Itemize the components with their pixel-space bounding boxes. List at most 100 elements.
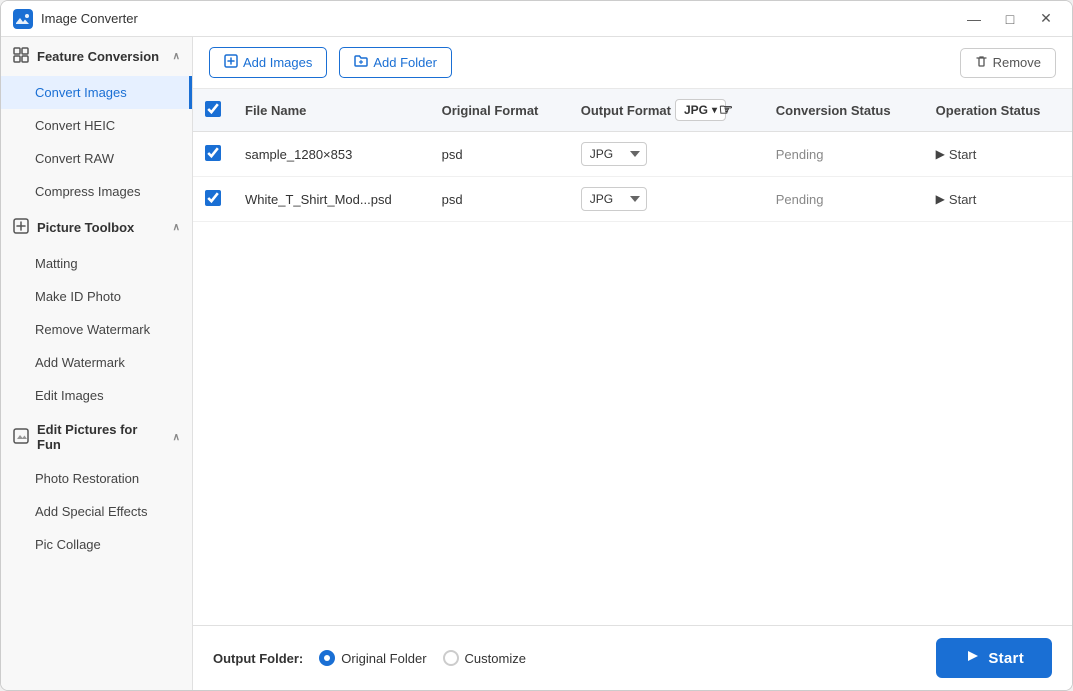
add-images-icon (224, 54, 238, 71)
start-all-icon (964, 648, 980, 668)
row-checkbox-0[interactable] (205, 145, 221, 161)
cursor-hand-icon: ☞ (719, 100, 733, 120)
convert-raw-label: Convert RAW (35, 151, 114, 166)
row-format-select-0[interactable]: JPG PNG WEBP BMP TIFF (581, 142, 647, 166)
customize-label: Customize (465, 651, 526, 666)
start-all-button[interactable]: Start (936, 638, 1052, 678)
add-folder-button[interactable]: Add Folder (339, 47, 452, 78)
sidebar-item-pic-collage[interactable]: Pic Collage (1, 528, 192, 561)
compress-images-label: Compress Images (35, 184, 140, 199)
sidebar-item-remove-watermark[interactable]: Remove Watermark (1, 313, 192, 346)
convert-images-label: Convert Images (35, 85, 127, 100)
toolbar: Add Images Add Folder Remove (193, 37, 1072, 89)
edit-images-label: Edit Images (35, 388, 104, 403)
original-folder-option[interactable]: Original Folder (319, 650, 426, 666)
remove-watermark-label: Remove Watermark (35, 322, 150, 337)
format-dropdown-chevron: ▾ (712, 105, 717, 116)
files-table: File Name Original Format Output Format … (193, 89, 1072, 222)
add-images-button[interactable]: Add Images (209, 47, 327, 78)
maximize-button[interactable]: □ (996, 5, 1024, 33)
table-header-row: File Name Original Format Output Format … (193, 89, 1072, 132)
sidebar-section-edit-pictures[interactable]: Edit Pictures for Fun ∧ (1, 412, 192, 462)
remove-icon (975, 55, 988, 71)
app-logo-icon (13, 9, 33, 29)
customize-option[interactable]: Customize (443, 650, 526, 666)
customize-radio-unchecked (443, 650, 459, 666)
row-conversion-status: Pending (764, 132, 924, 177)
row-checkbox-cell (193, 177, 233, 222)
remove-button[interactable]: Remove (960, 48, 1056, 78)
add-folder-label: Add Folder (373, 55, 437, 70)
table-row: sample_1280×853 psd JPG PNG WEBP BMP TIF… (193, 132, 1072, 177)
header-output-format: Output Format JPG ▾ ☞ (569, 89, 764, 132)
output-format-value: JPG (684, 103, 708, 117)
header-conversion-status: Conversion Status (764, 89, 924, 132)
sidebar-section-picture-toolbox[interactable]: Picture Toolbox ∧ (1, 208, 192, 247)
title-bar-left: Image Converter (13, 9, 138, 29)
row-original-format: psd (430, 177, 569, 222)
picture-toolbox-label: Picture Toolbox (37, 220, 134, 235)
output-format-selector[interactable]: JPG ▾ ☞ (675, 99, 726, 121)
row-filename: White_T_Shirt_Mod...psd (233, 177, 430, 222)
header-checkbox-cell (193, 89, 233, 132)
convert-heic-label: Convert HEIC (35, 118, 115, 133)
row-output-format: JPG PNG WEBP BMP TIFF (569, 177, 764, 222)
edit-pictures-icon (13, 428, 29, 447)
add-watermark-label: Add Watermark (35, 355, 125, 370)
row-start-label: Start (949, 147, 976, 162)
close-button[interactable]: ✕ (1032, 5, 1060, 33)
sidebar: Feature Conversion ∧ Convert Images Conv… (1, 37, 193, 690)
header-filename: File Name (233, 89, 430, 132)
edit-pictures-label: Edit Pictures for Fun (37, 422, 165, 452)
minimize-button[interactable]: — (960, 5, 988, 33)
app-title: Image Converter (41, 11, 138, 26)
add-special-effects-label: Add Special Effects (35, 504, 148, 519)
output-folder-section: Output Folder: Original Folder Customize (213, 650, 526, 666)
row-format-select-1[interactable]: JPG PNG WEBP BMP TIFF (581, 187, 647, 211)
feature-conversion-icon (13, 47, 29, 66)
sidebar-item-convert-raw[interactable]: Convert RAW (1, 142, 192, 175)
sidebar-item-make-id-photo[interactable]: Make ID Photo (1, 280, 192, 313)
row-output-format: JPG PNG WEBP BMP TIFF (569, 132, 764, 177)
row-play-icon: ▶ (936, 147, 945, 161)
photo-restoration-label: Photo Restoration (35, 471, 139, 486)
row-start-button-1[interactable]: ▶ Start (936, 192, 977, 207)
sidebar-item-compress-images[interactable]: Compress Images (1, 175, 192, 208)
table-row: White_T_Shirt_Mod...psd psd JPG PNG WEBP… (193, 177, 1072, 222)
row-filename: sample_1280×853 (233, 132, 430, 177)
sidebar-item-edit-images[interactable]: Edit Images (1, 379, 192, 412)
feature-conversion-chevron: ∧ (173, 51, 180, 62)
row-checkbox-1[interactable] (205, 190, 221, 206)
content-area: Add Images Add Folder Remove (193, 37, 1072, 690)
header-original-format: Original Format (430, 89, 569, 132)
sidebar-item-convert-images[interactable]: Convert Images (1, 76, 192, 109)
add-folder-icon (354, 54, 368, 71)
output-format-header: Output Format JPG ▾ ☞ (581, 99, 752, 121)
sidebar-item-add-special-effects[interactable]: Add Special Effects (1, 495, 192, 528)
sidebar-section-feature-conversion[interactable]: Feature Conversion ∧ (1, 37, 192, 76)
header-operation-status: Operation Status (924, 89, 1072, 132)
row-conversion-status: Pending (764, 177, 924, 222)
sidebar-item-photo-restoration[interactable]: Photo Restoration (1, 462, 192, 495)
sidebar-item-convert-heic[interactable]: Convert HEIC (1, 109, 192, 142)
row-start-button-0[interactable]: ▶ Start (936, 147, 977, 162)
start-all-label: Start (988, 650, 1024, 667)
row-start-label: Start (949, 192, 976, 207)
remove-label: Remove (993, 55, 1041, 70)
close-icon: ✕ (1040, 10, 1052, 27)
radio-inner (324, 655, 330, 661)
original-folder-label: Original Folder (341, 651, 426, 666)
table-container: File Name Original Format Output Format … (193, 89, 1072, 625)
output-format-label: Output Format (581, 103, 671, 118)
sidebar-item-matting[interactable]: Matting (1, 247, 192, 280)
title-bar: Image Converter — □ ✕ (1, 1, 1072, 37)
app-window: Image Converter — □ ✕ Feature Conversion (0, 0, 1073, 691)
bottom-bar: Output Folder: Original Folder Customize (193, 625, 1072, 690)
row-original-format: psd (430, 132, 569, 177)
select-all-checkbox[interactable] (205, 101, 221, 117)
title-bar-controls: — □ ✕ (960, 5, 1060, 33)
row-checkbox-cell (193, 132, 233, 177)
sidebar-item-add-watermark[interactable]: Add Watermark (1, 346, 192, 379)
add-images-label: Add Images (243, 55, 312, 70)
edit-pictures-chevron: ∧ (173, 432, 180, 443)
